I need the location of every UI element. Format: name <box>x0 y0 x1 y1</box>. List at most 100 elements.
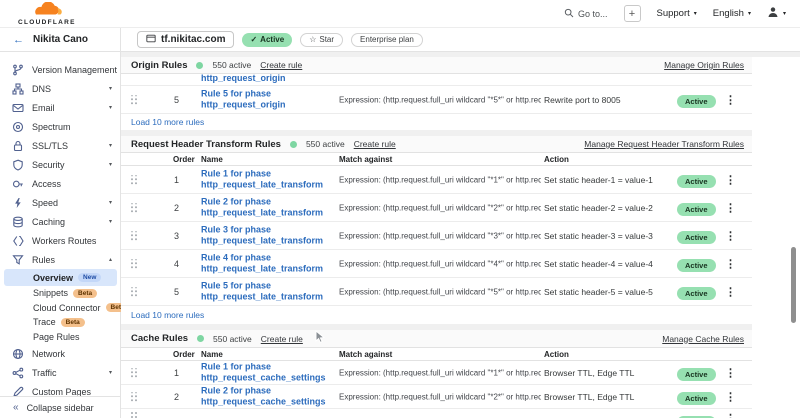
rule-menu-button[interactable]: ⋮ <box>725 412 736 418</box>
load-more-rules-link[interactable]: Load 10 more rules <box>121 306 752 324</box>
rule-name-link[interactable]: Rule 3 for phase http_request_late_trans… <box>201 224 337 247</box>
rule-menu-button[interactable]: ⋮ <box>725 366 736 379</box>
global-search[interactable]: Go to... <box>564 8 608 20</box>
new-badge: New <box>78 273 101 282</box>
rule-expression: Expression: (http.request.full_uri wildc… <box>339 392 541 401</box>
table-row: 2 Rule 2 for phase http_request_late_tra… <box>121 194 752 222</box>
user-menu[interactable]: ▾ <box>767 6 786 21</box>
status-badge: Active <box>677 91 716 109</box>
sidebar-item-email[interactable]: Email ▾ <box>0 98 120 117</box>
manage-cache-rules-link[interactable]: Manage Cache Rules <box>662 334 744 344</box>
drag-handle[interactable] <box>131 203 137 212</box>
database-icon <box>12 216 24 228</box>
rule-action: Set static header-4 = value-4 <box>544 259 674 269</box>
sidebar-item-security[interactable]: Security ▾ <box>0 155 120 174</box>
add-site-button[interactable]: + <box>624 5 641 22</box>
sidebar-item-trace[interactable]: Trace Beta <box>0 315 120 330</box>
sidebar-item-traffic[interactable]: Traffic ▾ <box>0 363 120 382</box>
email-icon <box>12 102 24 114</box>
sidebar: Version Management DNS ▾ Email ▾ <box>0 52 121 418</box>
rule-expression: Expression: (http.request.full_uri wildc… <box>339 175 541 184</box>
rule-name-link[interactable]: Rule 2 for phase http_request_late_trans… <box>201 196 337 219</box>
drag-handle[interactable] <box>131 175 137 184</box>
logo-wordmark: CLOUDFLARE <box>18 19 76 26</box>
sidebar-item-network[interactable]: Network <box>0 344 120 363</box>
rule-name-link[interactable]: Rule 5 for phase http_request_late_trans… <box>201 280 337 303</box>
chevron-down-icon: ▾ <box>694 10 697 17</box>
status-badge: Active <box>677 364 716 382</box>
site-header: ← Nikita Cano tf.nikitac.com ✓ Active ☆ … <box>0 28 800 52</box>
sidebar-item-overview[interactable]: Overview New <box>4 269 117 286</box>
drag-handle[interactable] <box>131 287 137 296</box>
rule-menu-button[interactable]: ⋮ <box>725 93 736 106</box>
rule-name-link[interactable]: Rule 1 for phase http_request_cache_sett… <box>201 361 337 384</box>
drag-handle[interactable] <box>131 259 137 268</box>
account-name: Nikita Cano <box>33 34 88 45</box>
rule-menu-button[interactable]: ⋮ <box>725 201 736 214</box>
back-arrow-icon[interactable]: ← <box>13 34 24 46</box>
sidebar-item-rules[interactable]: Rules ▴ <box>0 250 120 269</box>
user-icon <box>767 6 779 21</box>
sidebar-item-cloud-connector[interactable]: Cloud Connector Beta <box>0 301 120 316</box>
support-menu[interactable]: Support ▾ <box>657 8 697 19</box>
drag-handle[interactable] <box>131 231 137 240</box>
rule-menu-button[interactable]: ⋮ <box>725 285 736 298</box>
status-badge: Active <box>677 227 716 245</box>
rule-menu-button[interactable]: ⋮ <box>725 390 736 403</box>
collapse-sidebar-button[interactable]: « Collapse sidebar <box>0 396 120 418</box>
rule-order: 1 <box>174 368 179 378</box>
create-rule-link[interactable]: Create rule <box>261 334 303 344</box>
table-row-partial: http_request_origin <box>121 74 752 86</box>
sidebar-item-spectrum[interactable]: Spectrum <box>0 117 120 136</box>
vertical-scrollbar-thumb[interactable] <box>791 247 796 323</box>
drag-handle[interactable] <box>131 368 137 377</box>
rule-order: 5 <box>174 287 179 297</box>
sidebar-item-ssl-tls[interactable]: SSL/TLS ▾ <box>0 136 120 155</box>
sidebar-item-page-rules[interactable]: Page Rules <box>0 330 120 345</box>
rule-expression: Expression: (http.request.full_uri wildc… <box>339 368 541 377</box>
rule-menu-button[interactable]: ⋮ <box>725 173 736 186</box>
manage-origin-rules-link[interactable]: Manage Origin Rules <box>664 60 744 70</box>
sidebar-item-dns[interactable]: DNS ▾ <box>0 79 120 98</box>
table-row: 5 Rule 5 for phase http_request_origin E… <box>121 86 752 114</box>
table-row: 3 Rule 3 for phase http_request_late_tra… <box>121 222 752 250</box>
table-column-headers: Order Name Match against Action <box>121 348 752 361</box>
chevron-down-icon: ▾ <box>109 85 112 92</box>
load-more-rules-link[interactable]: Load 10 more rules <box>121 114 752 130</box>
create-rule-link[interactable]: Create rule <box>260 60 302 70</box>
sidebar-item-version-management[interactable]: Version Management <box>0 60 120 79</box>
rule-menu-button[interactable]: ⋮ <box>725 229 736 242</box>
sidebar-item-snippets[interactable]: Snippets Beta <box>0 286 120 301</box>
rule-name-link[interactable]: http_request_origin <box>201 74 286 83</box>
manage-transform-rules-link[interactable]: Manage Request Header Transform Rules <box>584 139 744 149</box>
status-badge: Active <box>677 412 716 418</box>
sidebar-item-workers-routes[interactable]: Workers Routes <box>0 231 120 250</box>
star-button[interactable]: ☆ Star <box>300 33 343 47</box>
sidebar-item-speed[interactable]: Speed ▾ <box>0 193 120 212</box>
status-badge: Active <box>677 199 716 217</box>
create-rule-link[interactable]: Create rule <box>354 139 396 149</box>
status-badge: Active <box>677 255 716 273</box>
rule-order: 2 <box>174 203 179 213</box>
table-row: 5 Rule 5 for phase http_request_late_tra… <box>121 278 752 306</box>
sidebar-item-caching[interactable]: Caching ▾ <box>0 212 120 231</box>
section-title: Origin Rules <box>131 60 187 71</box>
sidebar-item-access[interactable]: Access <box>0 174 120 193</box>
language-menu[interactable]: English ▾ <box>713 8 751 19</box>
rule-name-link[interactable]: Rule 4 for phase http_request_late_trans… <box>201 252 337 275</box>
drag-handle[interactable] <box>131 392 137 401</box>
drag-handle[interactable] <box>131 95 137 104</box>
rule-name-link[interactable]: Rule 1 for phase http_request_late_trans… <box>201 168 337 191</box>
active-dot-icon <box>196 62 203 69</box>
rule-expression: Expression: (http.request.full_uri wildc… <box>339 231 541 240</box>
rule-name-link[interactable]: Rule 2 for phase http_request_cache_sett… <box>201 385 337 408</box>
domain-selector[interactable]: tf.nikitac.com <box>137 31 234 48</box>
transform-rules-header: Request Header Transform Rules 550 activ… <box>121 136 752 153</box>
lock-icon <box>12 140 24 152</box>
cache-rules-section: Cache Rules 550 active Create rule Manag… <box>121 330 752 418</box>
rule-name-link[interactable]: Rule 5 for phase http_request_origin <box>201 88 337 111</box>
cloudflare-logo[interactable]: CLOUDFLARE <box>18 2 76 26</box>
active-dot-icon <box>290 141 297 148</box>
rule-menu-button[interactable]: ⋮ <box>725 257 736 270</box>
drag-handle[interactable] <box>131 412 137 418</box>
